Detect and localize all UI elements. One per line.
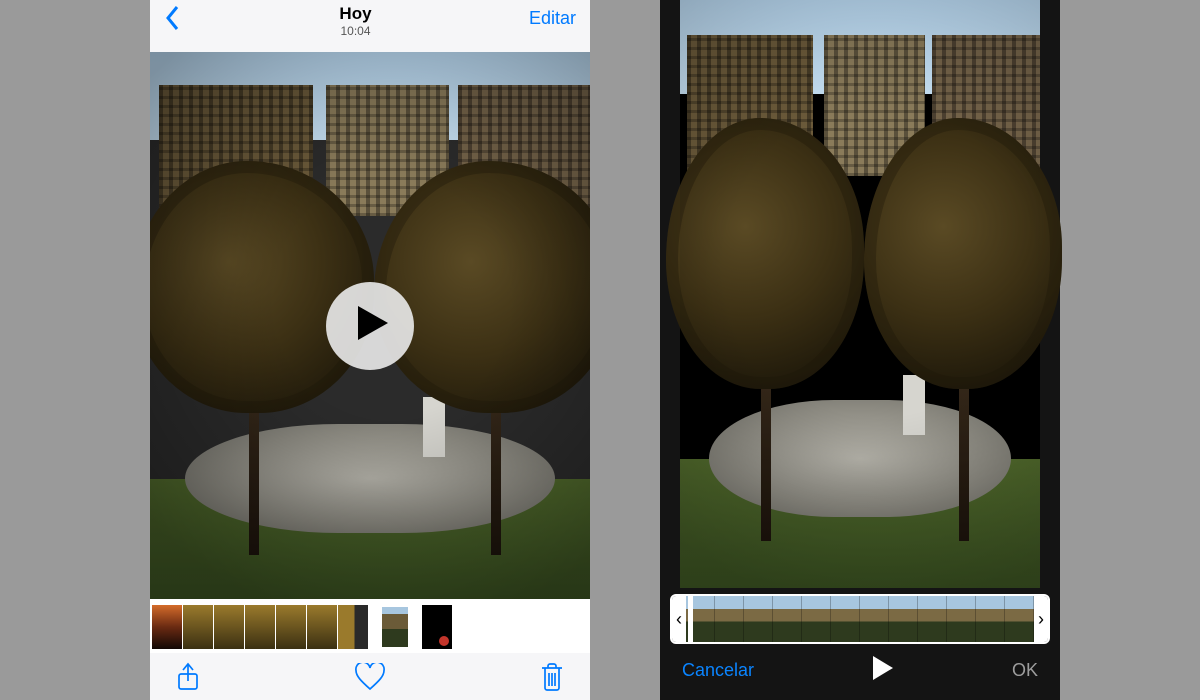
- thumbnail-strip[interactable]: [150, 599, 590, 653]
- thumbnail: [411, 605, 421, 649]
- timeline-frame[interactable]: [1005, 596, 1034, 642]
- timeline-frame[interactable]: [744, 596, 773, 642]
- title-text: Hoy: [339, 4, 371, 24]
- nav-title: Hoy 10:04: [339, 4, 371, 38]
- delete-button[interactable]: [540, 662, 564, 697]
- right-handle-icon: ›: [1038, 609, 1044, 630]
- thumbnail[interactable]: [276, 605, 306, 649]
- timeline-frame[interactable]: [947, 596, 976, 642]
- video-preview[interactable]: [150, 52, 590, 599]
- editor-play-button[interactable]: [873, 656, 893, 685]
- thumbnail[interactable]: [183, 605, 213, 649]
- play-button[interactable]: [326, 282, 414, 370]
- timeline-frame[interactable]: [976, 596, 1005, 642]
- trim-handle-right[interactable]: ›: [1034, 596, 1048, 642]
- video-editor-screen: ‹ › Cancelar OK: [660, 0, 1060, 700]
- editor-toolbar: Cancelar OK: [660, 644, 1060, 696]
- ok-button[interactable]: OK: [1012, 660, 1038, 681]
- editor-preview[interactable]: [680, 0, 1040, 588]
- thumbnail[interactable]: [245, 605, 275, 649]
- timeline-frame[interactable]: [889, 596, 918, 642]
- thumbnail[interactable]: [152, 605, 182, 649]
- thumbnail[interactable]: [214, 605, 244, 649]
- thumbnail[interactable]: [338, 605, 368, 649]
- timeline-frame[interactable]: [715, 596, 744, 642]
- edit-button[interactable]: Editar: [529, 4, 576, 29]
- nav-bar: Hoy 10:04 Editar: [150, 0, 590, 52]
- thumbnail[interactable]: [307, 605, 337, 649]
- cancel-button[interactable]: Cancelar: [682, 660, 754, 681]
- thumbnail[interactable]: [422, 605, 452, 649]
- favorite-button[interactable]: [355, 663, 385, 696]
- bottom-toolbar: [150, 653, 590, 700]
- timeline-frame[interactable]: [860, 596, 889, 642]
- left-handle-icon: ‹: [676, 609, 682, 630]
- timeline-frame[interactable]: [802, 596, 831, 642]
- share-button[interactable]: [176, 662, 200, 697]
- back-button[interactable]: [164, 4, 182, 37]
- photos-viewer-screen: Hoy 10:04 Editar: [150, 0, 590, 700]
- thumbnail: [369, 605, 379, 649]
- playhead[interactable]: [688, 594, 693, 644]
- chevron-left-icon: [164, 19, 182, 36]
- timeline-frame[interactable]: [918, 596, 947, 642]
- timeline-frame[interactable]: [831, 596, 860, 642]
- timeline-frame[interactable]: [773, 596, 802, 642]
- title-timestamp: 10:04: [339, 25, 371, 39]
- trim-handle-left[interactable]: ‹: [672, 596, 686, 642]
- trim-timeline[interactable]: ‹ ›: [670, 594, 1050, 644]
- timeline-frames[interactable]: [686, 596, 1034, 642]
- play-icon: [352, 306, 388, 345]
- play-icon: [873, 664, 893, 684]
- thumbnail[interactable]: [380, 605, 410, 649]
- photo-content: [680, 0, 1040, 588]
